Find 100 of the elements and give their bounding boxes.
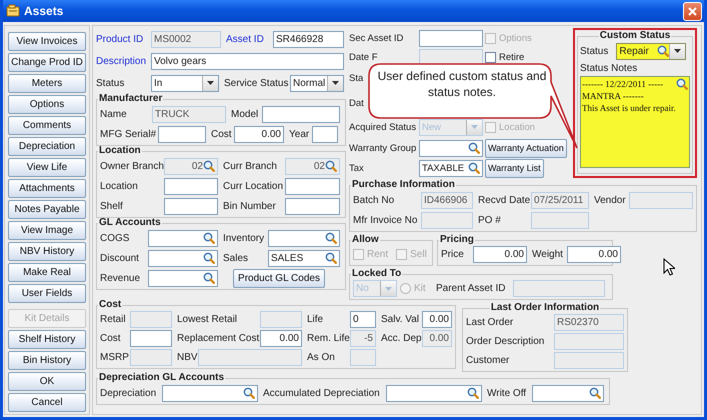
lookup-field[interactable] bbox=[148, 230, 218, 246]
search-icon bbox=[676, 78, 688, 90]
search-icon bbox=[325, 232, 337, 244]
lookup-field[interactable] bbox=[148, 250, 218, 266]
field-label: Sec Asset ID bbox=[349, 32, 404, 44]
search-icon bbox=[203, 160, 215, 172]
field-label: Curr Branch bbox=[222, 160, 277, 172]
text-field[interactable]: 0.00 bbox=[260, 330, 302, 347]
field-label: Product ID bbox=[96, 34, 144, 44]
text-field[interactable] bbox=[130, 330, 172, 347]
group-title: GL Accounts bbox=[98, 218, 162, 228]
lookup-field[interactable] bbox=[532, 384, 604, 402]
side-button[interactable]: Options bbox=[8, 95, 86, 114]
dropdown[interactable]: Repair bbox=[616, 42, 686, 60]
field-label: Vendor bbox=[593, 194, 626, 206]
group-title: Allow bbox=[351, 235, 380, 245]
field-label: Shelf bbox=[100, 200, 123, 212]
window-title: Assets bbox=[24, 4, 64, 18]
field-label: Year bbox=[288, 128, 310, 140]
group-title: Cost bbox=[98, 300, 122, 310]
side-button[interactable]: Make Real bbox=[8, 263, 86, 282]
text-field[interactable] bbox=[419, 30, 483, 46]
group-title: Manufacturer bbox=[98, 94, 164, 104]
side-button[interactable]: View Image bbox=[8, 221, 86, 240]
field-label: Weight bbox=[531, 249, 563, 260]
field-label: Recvd Date bbox=[477, 194, 530, 206]
text-field[interactable] bbox=[164, 198, 218, 214]
side-button[interactable]: Meters bbox=[8, 74, 86, 93]
side-button[interactable]: Notes Payable bbox=[8, 200, 86, 219]
side-button[interactable]: Change Prod ID bbox=[8, 53, 86, 72]
field-label: Warranty Group bbox=[349, 142, 416, 154]
button[interactable]: Product GL Codes bbox=[233, 268, 325, 288]
text-field[interactable]: SR466928 bbox=[273, 30, 344, 48]
caret-icon bbox=[207, 81, 214, 85]
search-icon bbox=[243, 387, 255, 399]
side-button[interactable]: Cancel bbox=[8, 393, 86, 412]
field-label: Curr Location bbox=[222, 180, 284, 192]
field-label: Status Notes bbox=[580, 63, 638, 74]
notes-field[interactable]: ------- 12/22/2011 ----- MANTRA ------- This Asset is under repair. bbox=[580, 76, 690, 168]
lookup-field[interactable] bbox=[162, 384, 258, 402]
field-label: Date F bbox=[349, 52, 378, 62]
field-label: Asset ID bbox=[225, 34, 264, 44]
button[interactable]: Warranty Actuation bbox=[485, 138, 567, 158]
side-button[interactable]: NBV History bbox=[8, 242, 86, 261]
search-icon bbox=[467, 387, 479, 399]
dropdown[interactable]: In bbox=[151, 74, 219, 92]
text-field[interactable]: 0.00 bbox=[422, 311, 452, 328]
field-label: Retail bbox=[100, 314, 126, 325]
field-label: Discount bbox=[100, 252, 139, 264]
field-label: Last Order bbox=[466, 317, 514, 328]
side-button[interactable]: Shelf History bbox=[8, 330, 86, 349]
field-label: MSRP bbox=[100, 352, 129, 363]
side-button[interactable]: OK bbox=[8, 372, 86, 391]
lookup-field[interactable] bbox=[268, 230, 340, 246]
text-field[interactable] bbox=[262, 106, 340, 122]
search-icon bbox=[325, 160, 337, 172]
side-button[interactable]: User Fields bbox=[8, 284, 86, 303]
mouse-pointer-icon bbox=[663, 258, 675, 276]
text-field[interactable]: 0 bbox=[350, 311, 376, 328]
group-title: Location bbox=[98, 146, 142, 156]
field-label: Cost bbox=[100, 333, 121, 344]
text-field[interactable] bbox=[164, 178, 218, 194]
dropdown[interactable]: Normal bbox=[290, 74, 344, 92]
side-button[interactable]: View Invoices bbox=[8, 32, 86, 51]
lookup-field[interactable]: TAXABLE bbox=[419, 160, 483, 176]
callout-text: User defined custom status and status notes. bbox=[377, 68, 547, 100]
window-icon bbox=[6, 4, 20, 18]
text-field[interactable] bbox=[312, 126, 338, 142]
field-label: Acc. Dep bbox=[380, 333, 422, 344]
text-field[interactable]: 0.00 bbox=[234, 126, 284, 142]
side-button[interactable]: View Life bbox=[8, 158, 86, 177]
checkbox[interactable]: Retire bbox=[485, 52, 524, 62]
field-label: Batch No bbox=[353, 194, 394, 206]
text-field[interactable] bbox=[158, 126, 206, 142]
field-label: Life bbox=[306, 314, 324, 325]
text-field[interactable]: Volvo gears bbox=[151, 52, 344, 70]
field-label: Replacement Cost bbox=[176, 333, 260, 344]
side-button[interactable]: Depreciation bbox=[8, 137, 86, 156]
lookup-field[interactable]: SALES bbox=[268, 250, 340, 266]
field-label: Status bbox=[580, 46, 608, 56]
text-field[interactable]: 0.00 bbox=[567, 246, 621, 263]
search-icon bbox=[203, 272, 215, 284]
field-label: Salv. Val bbox=[380, 314, 419, 325]
caret-icon bbox=[385, 286, 392, 290]
side-button[interactable]: Attachments bbox=[8, 179, 86, 198]
lookup-field[interactable] bbox=[148, 270, 218, 286]
lookup-field[interactable] bbox=[419, 140, 483, 156]
field-label: Price bbox=[441, 249, 464, 260]
button[interactable]: Warranty List bbox=[485, 158, 544, 178]
side-button[interactable]: Bin History bbox=[8, 351, 86, 370]
group-title: Locked To bbox=[351, 269, 402, 279]
text-field[interactable]: 0.00 bbox=[473, 246, 527, 263]
close-icon bbox=[688, 6, 697, 16]
text-field[interactable] bbox=[285, 178, 340, 194]
side-button[interactable]: Comments bbox=[8, 116, 86, 135]
text-field[interactable] bbox=[285, 198, 340, 214]
close-button[interactable] bbox=[683, 2, 702, 20]
lookup-field[interactable] bbox=[386, 384, 482, 402]
field-label: MFG Serial# bbox=[100, 128, 156, 140]
field-label: Write Off bbox=[486, 388, 526, 398]
